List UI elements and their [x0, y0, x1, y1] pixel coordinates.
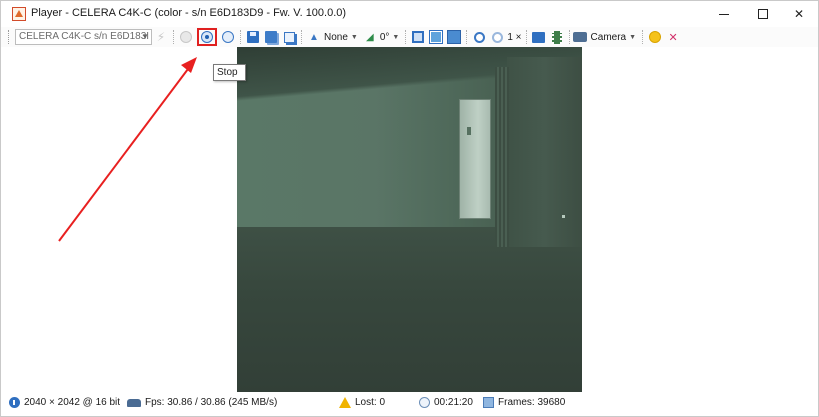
grid-icon	[429, 30, 444, 44]
chevron-down-icon[interactable]: ▼	[351, 34, 358, 41]
camera-select[interactable]: CELERA C4K-C s/n E6D183I ▼	[15, 29, 152, 45]
save-icon	[247, 31, 259, 43]
toolbar-separator	[301, 30, 302, 44]
save-as-button[interactable]	[264, 30, 278, 44]
smile-icon	[649, 31, 662, 43]
status-lost: Lost: 0	[339, 397, 385, 408]
film-button[interactable]	[550, 30, 564, 44]
close-icon: ✕	[793, 7, 805, 21]
toolbar-separator	[173, 30, 174, 44]
record-icon	[180, 31, 192, 43]
toolbar-separator	[240, 30, 241, 44]
camera-select-value: CELERA C4K-C s/n E6D183I	[19, 31, 150, 42]
view-icon	[447, 30, 462, 44]
zoom-out-button[interactable]	[490, 30, 504, 44]
toolbar: CELERA C4K-C s/n E6D183I ▼ ⚡ ▲ None ▼ ◢ …	[1, 27, 818, 47]
maximize-button[interactable]	[743, 1, 783, 27]
maximize-icon	[758, 9, 768, 19]
scene-light-spot	[562, 215, 565, 218]
save-button[interactable]	[246, 30, 260, 44]
scene-floor	[237, 227, 582, 392]
zoom-in-icon	[473, 31, 485, 43]
scene-door	[459, 99, 491, 219]
loop-button[interactable]	[221, 30, 235, 44]
flip-dropdown[interactable]: None	[324, 32, 348, 43]
stop-button[interactable]	[197, 28, 217, 46]
clock-icon	[419, 397, 430, 408]
record-button[interactable]	[179, 30, 193, 44]
warning-icon	[339, 397, 351, 408]
close-button[interactable]: ✕	[779, 1, 819, 27]
time-text: 00:21:20	[434, 397, 473, 408]
chart-icon[interactable]: ✕	[666, 30, 680, 44]
toolbar-separator	[405, 30, 407, 44]
rotate-icon: ◢	[365, 31, 374, 43]
toolbar-grip[interactable]	[8, 30, 11, 44]
scene-curtain	[495, 67, 509, 247]
save-as-icon	[265, 31, 277, 43]
lost-text: Lost: 0	[355, 397, 386, 408]
fps-text: Fps: 30.86 / 30.86 (245 MB/s)	[145, 397, 278, 408]
info-icon	[9, 397, 20, 408]
tv-button[interactable]	[532, 30, 546, 44]
grid-button[interactable]	[429, 30, 444, 44]
chevron-down-icon: ▼	[141, 32, 149, 41]
flip-icon: ▲	[309, 31, 319, 43]
loop-icon	[222, 31, 234, 43]
app-icon	[12, 7, 26, 21]
status-time: 00:21:20	[419, 397, 473, 408]
minimize-icon	[719, 13, 729, 15]
toolbar-separator	[525, 30, 527, 44]
scene-door-handle	[467, 127, 471, 135]
smile-button[interactable]	[648, 30, 662, 44]
camera-image[interactable]	[237, 47, 582, 392]
scene-right-wall	[507, 57, 582, 247]
window-title: Player - CELERA C4K-C (color - s/n E6D18…	[31, 7, 347, 19]
copy-button[interactable]	[282, 30, 296, 44]
rotation-dropdown[interactable]: 0°	[380, 32, 390, 43]
toolbar-separator	[568, 30, 570, 44]
camera-icon	[572, 32, 587, 42]
tv-icon	[532, 31, 546, 43]
title-bar: Player - CELERA C4K-C (color - s/n E6D18…	[1, 1, 818, 27]
fit-button[interactable]	[411, 30, 425, 44]
source-dropdown[interactable]: Camera	[591, 32, 627, 43]
film-icon	[551, 30, 562, 44]
fit-icon	[412, 31, 425, 43]
stop-tooltip: Stop	[213, 64, 246, 81]
status-bar: 2040 × 2042 @ 16 bit Fps: 30.86 / 30.86 …	[1, 392, 818, 416]
status-resolution: 2040 × 2042 @ 16 bit	[9, 397, 120, 408]
toolbar-separator	[642, 30, 644, 44]
resolution-text: 2040 × 2042 @ 16 bit	[24, 397, 121, 408]
zoom-level: 1 ×	[507, 31, 522, 43]
stop-icon	[201, 31, 213, 43]
status-fps: Fps: 30.86 / 30.86 (245 MB/s)	[127, 397, 277, 408]
trigger-icon[interactable]: ⚡	[154, 30, 168, 44]
zoom-in-button[interactable]	[472, 30, 486, 44]
frames-icon	[483, 397, 494, 408]
copy-icon	[283, 31, 295, 43]
frames-text: Frames: 39680	[498, 397, 566, 408]
speed-icon	[127, 398, 141, 407]
chevron-down-icon[interactable]: ▼	[392, 34, 399, 41]
chevron-down-icon[interactable]: ▼	[629, 34, 636, 41]
status-frames: Frames: 39680	[483, 397, 565, 408]
view-button[interactable]	[447, 30, 462, 44]
player-window: Player - CELERA C4K-C (color - s/n E6D18…	[0, 0, 819, 417]
minimize-button[interactable]	[704, 1, 744, 27]
zoom-out-icon	[491, 31, 503, 43]
toolbar-separator	[466, 30, 468, 44]
